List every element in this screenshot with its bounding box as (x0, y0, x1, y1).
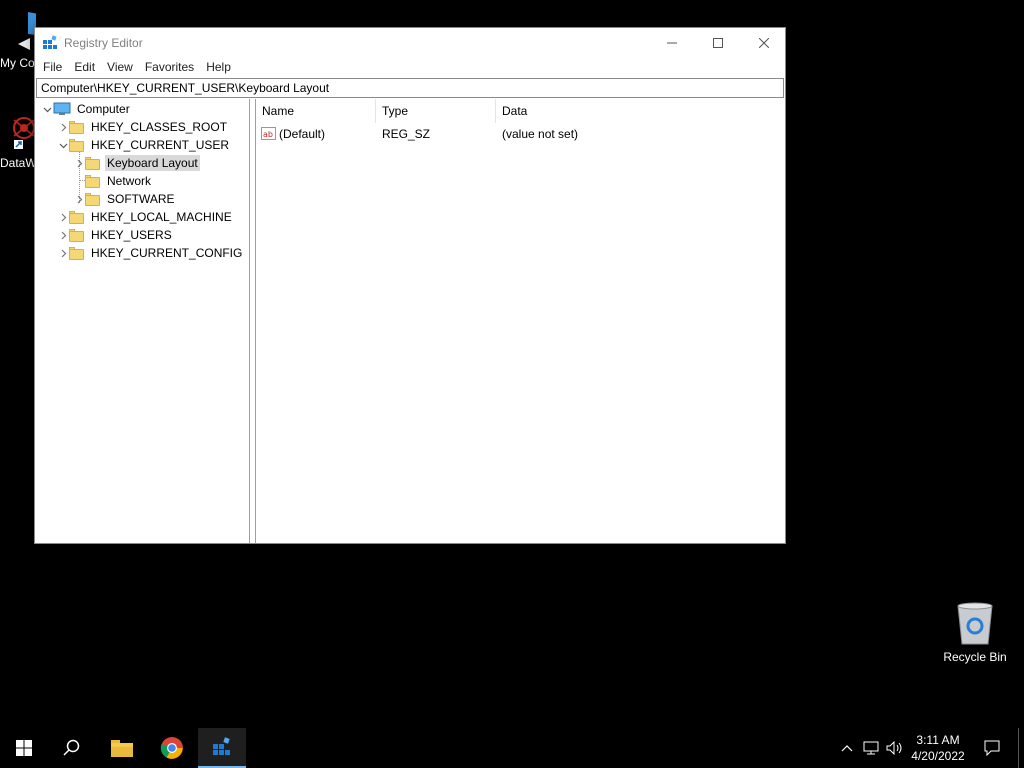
svg-text:ab: ab (263, 130, 273, 139)
registry-editor-window: Registry Editor File Edit View Favorites… (34, 27, 786, 544)
show-hidden-icons-button[interactable] (836, 728, 858, 768)
show-desktop-button[interactable] (1018, 728, 1024, 768)
network-icon (863, 741, 879, 755)
folder-icon (85, 174, 100, 188)
close-icon (759, 37, 769, 48)
tree-node-label: HKEY_CURRENT_CONFIG (91, 246, 243, 260)
taskbar: 3:11 AM 4/20/2022 (0, 728, 1024, 768)
tree-node-label: HKEY_CURRENT_USER (91, 138, 230, 152)
column-header-name[interactable]: Name (256, 99, 376, 123)
value-name: (Default) (279, 127, 326, 141)
folder-icon (69, 120, 84, 134)
network-button[interactable] (860, 728, 882, 768)
desktop-icon-recycle-bin[interactable]: Recycle Bin (940, 600, 1010, 664)
folder-icon (85, 156, 100, 170)
address-text[interactable]: Computer\HKEY_CURRENT_USER\Keyboard Layo… (41, 81, 329, 95)
chevron-up-icon (841, 745, 853, 752)
minimize-icon (667, 42, 677, 43)
value-type: REG_SZ (382, 127, 431, 141)
tree-node-hkey-classes-root[interactable]: HKEY_CLASSES_ROOT (57, 118, 229, 136)
menu-file[interactable]: File (37, 60, 68, 74)
tree-node-hkey-local-machine[interactable]: HKEY_LOCAL_MACHINE (57, 208, 234, 226)
tree-node-label: HKEY_CLASSES_ROOT (91, 120, 228, 134)
minimize-button[interactable] (649, 28, 695, 57)
column-header-data[interactable]: Data (496, 99, 784, 123)
regedit-taskbar-button[interactable] (198, 728, 246, 768)
tree-node-hkey-current-config[interactable]: HKEY_CURRENT_CONFIG (57, 244, 244, 262)
folder-icon (69, 210, 84, 224)
tree-node-label: Computer (77, 102, 130, 116)
desktop-icon-label: My Computer (0, 56, 36, 70)
chrome-icon (160, 737, 183, 759)
panes: Computer HKEY_CLASSES_ROOT HKEY_CURRENT_… (35, 99, 785, 543)
tree-node-keyboard-layout[interactable]: Keyboard Layout (73, 154, 200, 172)
desktop-icon-datawin[interactable]: DataWin (0, 108, 34, 170)
computer-monitor-icon (53, 102, 71, 116)
chevron-right-icon[interactable] (73, 154, 85, 172)
tree-node-hkey-current-user[interactable]: HKEY_CURRENT_USER (57, 136, 231, 154)
menu-favorites[interactable]: Favorites (139, 60, 200, 74)
chevron-right-icon[interactable] (57, 244, 69, 262)
clock-time: 3:11 AM (916, 733, 960, 747)
tree-node-label: Network (107, 174, 152, 188)
address-bar[interactable]: Computer\HKEY_CURRENT_USER\Keyboard Layo… (36, 78, 784, 98)
tree-node-label: SOFTWARE (107, 192, 175, 206)
tree-node-label: Keyboard Layout (105, 155, 200, 171)
desktop-icon-label: DataWin (0, 156, 34, 170)
folder-icon (85, 192, 100, 206)
windows-logo-icon (16, 740, 32, 756)
chrome-taskbar-button[interactable] (148, 728, 196, 768)
list-header: Name Type Data (256, 99, 786, 123)
desktop-icon-label: Recycle Bin (943, 650, 1007, 664)
maximize-icon (713, 37, 723, 48)
desktop-icon-my-computer[interactable]: My Computer (0, 8, 36, 70)
datawin-icon (0, 108, 34, 156)
notification-icon (984, 740, 1000, 756)
folder-icon (69, 246, 84, 260)
chevron-right-icon[interactable] (57, 226, 69, 244)
start-button[interactable] (0, 728, 48, 768)
maximize-button[interactable] (695, 28, 741, 57)
title-bar[interactable]: Registry Editor (35, 28, 785, 57)
chevron-right-icon[interactable] (57, 208, 69, 226)
chevron-down-icon[interactable] (41, 100, 53, 118)
search-button[interactable] (48, 728, 96, 768)
column-header-type[interactable]: Type (376, 99, 496, 123)
tree-node-label: HKEY_USERS (91, 228, 172, 242)
string-value-icon: ab (261, 127, 277, 141)
tree-node-network[interactable]: Network (73, 172, 153, 190)
chevron-down-icon[interactable] (57, 136, 69, 154)
volume-button[interactable] (884, 728, 906, 768)
close-button[interactable] (741, 28, 787, 57)
regedit-icon (213, 737, 230, 755)
file-explorer-taskbar-button[interactable] (98, 728, 146, 768)
value-data: (value not set) (502, 127, 579, 141)
list-item[interactable]: ab (Default) REG_SZ (value not set) (256, 124, 786, 144)
action-center-button[interactable] (978, 728, 1006, 768)
tree-node-software[interactable]: SOFTWARE (73, 190, 177, 208)
clock[interactable]: 3:11 AM 4/20/2022 (906, 728, 970, 768)
recycle-bin-icon (940, 600, 1010, 650)
tree-pane[interactable]: Computer HKEY_CLASSES_ROOT HKEY_CURRENT_… (35, 99, 250, 543)
computer-icon (0, 8, 36, 56)
chevron-right-icon[interactable] (57, 118, 69, 136)
menu-view[interactable]: View (101, 60, 139, 74)
menu-edit[interactable]: Edit (68, 60, 101, 74)
chevron-right-icon[interactable] (73, 190, 85, 208)
folder-icon (69, 228, 84, 242)
clock-date: 4/20/2022 (911, 749, 965, 763)
menu-bar: File Edit View Favorites Help (35, 57, 785, 77)
values-list[interactable]: Name Type Data ab (Default) REG_SZ (valu… (255, 99, 785, 543)
regedit-app-icon (42, 34, 58, 51)
folder-icon (111, 740, 133, 757)
volume-icon (886, 741, 902, 755)
search-icon (63, 739, 80, 756)
tree-node-label: HKEY_LOCAL_MACHINE (91, 210, 232, 224)
folder-icon (69, 138, 84, 152)
tree-node-hkey-users[interactable]: HKEY_USERS (57, 226, 174, 244)
tree-node-computer[interactable]: Computer (41, 100, 132, 118)
window-title: Registry Editor (64, 35, 143, 50)
menu-help[interactable]: Help (200, 60, 237, 74)
